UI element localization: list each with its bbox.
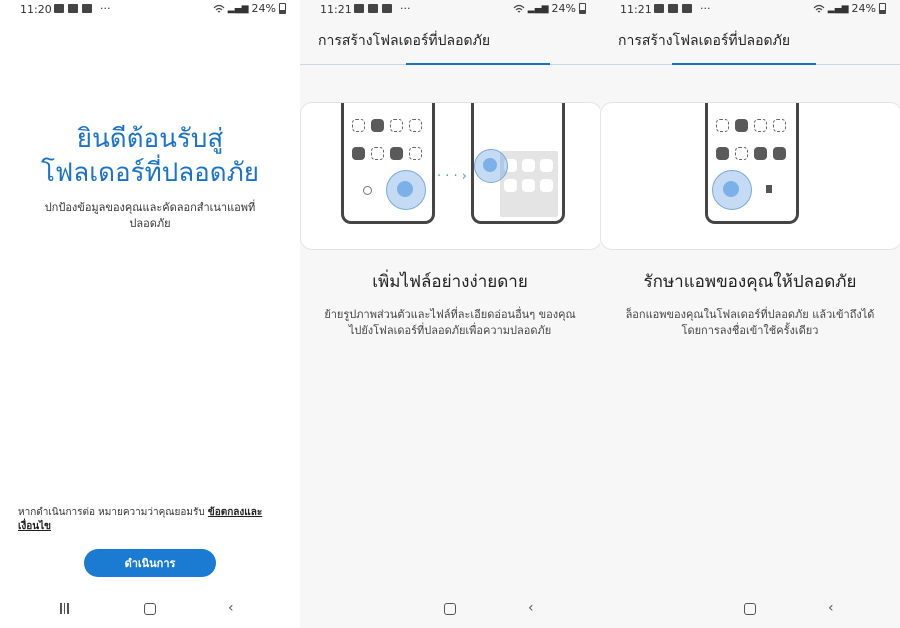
signal-icon: ▂▄▆ <box>227 3 249 14</box>
gallery-icon <box>654 4 664 13</box>
back-icon[interactable]: ‹ <box>228 600 234 616</box>
header-title: การสร้างโฟลเดอร์ที่ปลอดภัย <box>318 33 491 49</box>
header-title: การสร้างโฟลเดอร์ที่ปลอดภัย <box>618 33 791 49</box>
back-icon[interactable]: ‹ <box>828 600 834 616</box>
phone-illustration <box>341 103 435 224</box>
battery-icon <box>879 3 886 14</box>
navigation-bar: ‹ <box>0 592 300 628</box>
wifi-icon <box>513 4 525 12</box>
youtube-icon <box>382 4 392 13</box>
page-indicator <box>672 63 816 65</box>
battery-icon <box>579 3 586 14</box>
gallery-icon <box>368 4 378 13</box>
status-time: 11:20 <box>20 3 52 16</box>
youtube-icon <box>68 4 78 13</box>
file-icon <box>766 185 772 193</box>
status-time: 11:21 <box>320 3 352 16</box>
terms-notice: หากดำเนินการต่อ หมายความว่าคุณยอมรับ ข้อ… <box>18 506 286 534</box>
recents-icon[interactable] <box>60 603 72 615</box>
phone-illustration <box>705 103 799 224</box>
section-heading: รักษาแอพของคุณให้ปลอดภัย <box>643 272 857 292</box>
gallery-icon <box>354 4 364 13</box>
continue-button[interactable]: ดำเนินการ <box>84 549 216 577</box>
welcome-screen: 11:20 ··· ▂▄▆ 24% ยินดีต้อนรับสู่โฟลเดอร… <box>0 0 300 628</box>
more-notifications-icon: ··· <box>100 2 111 15</box>
message-icon <box>82 4 92 13</box>
section-description: ล็อกแอพของคุณในโฟลเดอร์ที่ปลอดภัย แล้วเข… <box>625 308 875 337</box>
status-bar: 11:21 ··· ▂▄▆ 24% <box>300 0 600 20</box>
gallery-icon <box>668 4 678 13</box>
illustration-card: · · · › <box>300 102 600 250</box>
status-bar: 11:20 ··· ▂▄▆ 24% <box>0 0 300 20</box>
status-time: 11:21 <box>620 3 652 16</box>
terms-prefix: หากดำเนินการต่อ หมายความว่าคุณยอมรับ <box>18 507 208 518</box>
wifi-icon <box>813 4 825 12</box>
battery-icon <box>279 3 286 14</box>
home-icon[interactable] <box>144 603 156 615</box>
illustration-card <box>600 102 900 250</box>
welcome-subtitle: ปกป้องข้อมูลของคุณและคัดลอกสำเนาแอพที่ปล… <box>44 201 256 230</box>
navigation-bar: ‹ <box>600 592 900 628</box>
onboarding-add-files: 11:21 ··· ▂▄▆ 24% การสร้างโฟลเดอร์ที่ปลอ… <box>300 0 600 628</box>
home-icon[interactable] <box>444 603 456 615</box>
battery-percent: 24% <box>251 2 276 15</box>
welcome-title-text: ยินดีต้อนรับสู่โฟลเดอร์ที่ปลอดภัย <box>40 124 260 188</box>
back-icon[interactable]: ‹ <box>528 600 534 616</box>
gallery-icon <box>54 4 64 13</box>
more-notifications-icon: ··· <box>700 2 711 15</box>
section-description: ย้ายรูปภาพส่วนตัวและไฟล์ที่ละเอียดอ่อนอื… <box>324 308 576 337</box>
arrow-icon: · · · › <box>437 169 467 184</box>
onboarding-secure-apps: 11:21 ··· ▂▄▆ 24% การสร้างโฟลเดอร์ที่ปลอ… <box>600 0 900 628</box>
more-notifications-icon: ··· <box>400 2 411 15</box>
welcome-title: ยินดีต้อนรับสู่โฟลเดอร์ที่ปลอดภัย <box>0 122 300 190</box>
navigation-bar: ‹ <box>300 592 600 628</box>
secure-folder-illustration <box>471 103 565 224</box>
signal-icon: ▂▄▆ <box>527 3 549 14</box>
battery-percent: 24% <box>851 2 876 15</box>
section-heading: เพิ่มไฟล์อย่างง่ายดาย <box>372 272 528 292</box>
battery-percent: 24% <box>551 2 576 15</box>
youtube-icon <box>682 4 692 13</box>
status-bar: 11:21 ··· ▂▄▆ 24% <box>600 0 900 20</box>
page-indicator <box>406 63 550 65</box>
wifi-icon <box>213 4 225 12</box>
signal-icon: ▂▄▆ <box>827 3 849 14</box>
home-icon[interactable] <box>744 603 756 615</box>
